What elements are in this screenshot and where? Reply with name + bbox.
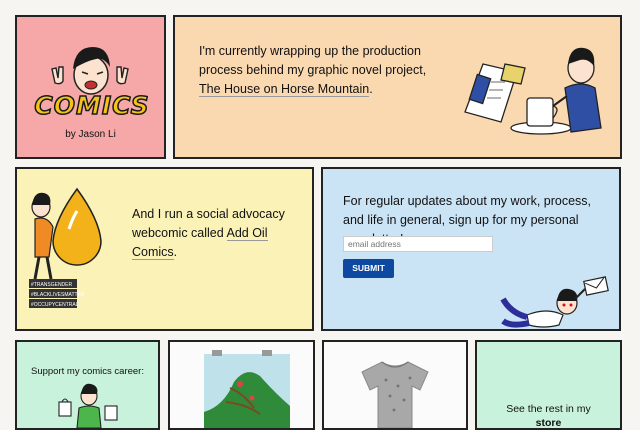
store-link[interactable]: store	[477, 416, 620, 428]
logo-text: COMICS	[34, 90, 150, 121]
advocacy-panel: #TRANSGENDER #BLACKLIVESMATTER #OCCUPYCE…	[15, 167, 314, 331]
novel-text: I'm currently wrapping up the production…	[199, 44, 427, 77]
novel-link[interactable]: The House on Horse Mountain	[199, 82, 370, 97]
shirt-product-panel[interactable]	[322, 340, 468, 430]
book-label: #BLACKLIVESMATTER	[31, 292, 85, 298]
newsletter-panel: For regular updates about my work, proce…	[321, 167, 621, 331]
submit-button[interactable]: SUBMIT	[343, 259, 394, 278]
byline: by Jason Li	[65, 129, 116, 140]
book-label: #TRANSGENDER	[31, 282, 73, 288]
advocacy-description: And I run a social advocacy webcomic cal…	[132, 205, 292, 262]
novel-panel: I'm currently wrapping up the production…	[173, 15, 622, 159]
poster-image-icon[interactable]	[170, 342, 313, 428]
support-panel: Support my comics career:	[15, 340, 160, 430]
support-text: Support my comics career:	[31, 366, 144, 377]
book-label: #OCCUPYCENTRAL	[31, 302, 79, 308]
artist-reading-icon	[464, 47, 602, 135]
artist-with-drop-icon: #TRANSGENDER #BLACKLIVESMATTER #OCCUPYCE…	[29, 187, 102, 308]
tshirt-image-icon[interactable]	[324, 342, 466, 428]
advocacy-text-end: .	[173, 245, 178, 259]
artist-lying-with-letter-icon	[500, 276, 609, 328]
poster-product-panel[interactable]	[168, 340, 315, 430]
store-text: See the rest in my	[506, 403, 591, 415]
logo-panel: COMICS by Jason Li	[15, 15, 166, 159]
store-panel: See the rest in my store	[475, 340, 622, 430]
novel-text-end: .	[369, 82, 373, 96]
novel-description: I'm currently wrapping up the production…	[199, 42, 444, 99]
email-input[interactable]	[343, 236, 493, 252]
